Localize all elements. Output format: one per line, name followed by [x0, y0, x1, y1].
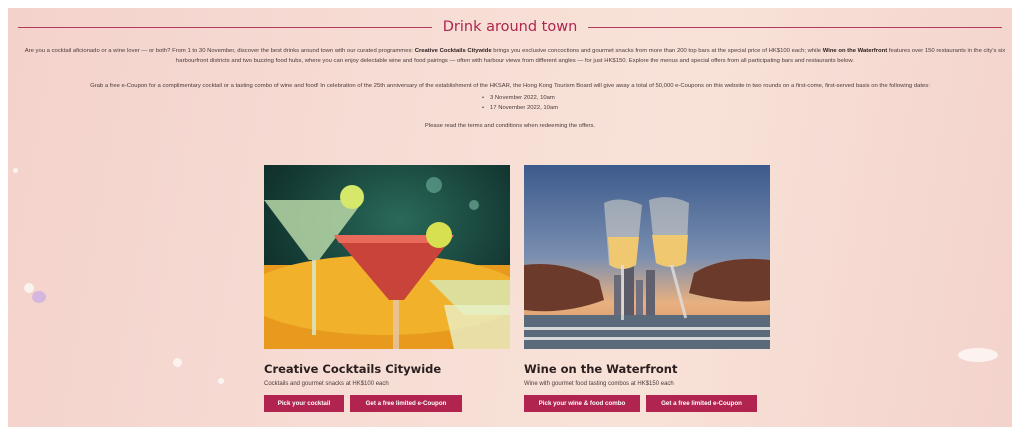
list-item: 3 November 2022, 10am [482, 93, 558, 103]
wine-ecoupon-button[interactable]: Get a free limited e-Coupon [646, 395, 757, 412]
sparkle-decoration [32, 291, 46, 303]
cocktails-image[interactable] [264, 165, 510, 349]
pick-cocktail-button[interactable]: Pick your cocktail [264, 395, 344, 412]
terms-note: Please read the terms and conditions whe… [424, 123, 596, 129]
cocktails-title: Creative Cocktails Citywide [264, 362, 442, 376]
intro-wine-name: Wine on the Waterfront [822, 48, 888, 54]
sparkle-decoration [958, 348, 998, 362]
pick-wine-combo-button[interactable]: Pick your wine & food combo [524, 395, 640, 412]
cocktails-description: Cocktails and gourmet snacks at HK$100 e… [264, 381, 389, 387]
wine-image[interactable] [524, 165, 770, 349]
intro-text: Are you a cocktail aficionado or a wine … [24, 48, 415, 54]
section-title: Drink around town [442, 19, 578, 35]
wine-description: Wine with gourmet food tasting combos at… [524, 381, 674, 387]
page-frame: Drink around town Are you a cocktail afi… [8, 8, 1012, 427]
cocktail-ecoupon-button[interactable]: Get a free limited e-Coupon [350, 395, 462, 412]
intro-cocktails-name: Creative Cocktails Citywide [414, 48, 492, 54]
wine-title: Wine on the Waterfront [524, 362, 678, 376]
sparkle-decoration [24, 283, 34, 293]
coupon-paragraph: Grab a free e-Coupon for a complimentary… [90, 83, 930, 89]
list-item: 17 November 2022, 10am [482, 103, 558, 113]
intro-paragraph: Are you a cocktail aficionado or a wine … [22, 46, 1008, 66]
divider [18, 26, 432, 28]
section-header: Drink around town [18, 18, 1002, 36]
sparkle-decoration [218, 378, 224, 384]
cocktails-card: Creative Cocktails Citywide Cocktails an… [264, 165, 510, 412]
wine-card: Wine on the Waterfront Wine with gourmet… [524, 165, 770, 412]
sparkle-decoration [13, 168, 18, 173]
coupon-dates-list: 3 November 2022, 10am 17 November 2022, … [482, 93, 558, 113]
sparkle-decoration [173, 358, 182, 367]
intro-text: brings you exclusive concoctions and gou… [491, 48, 823, 54]
divider [588, 26, 1002, 28]
